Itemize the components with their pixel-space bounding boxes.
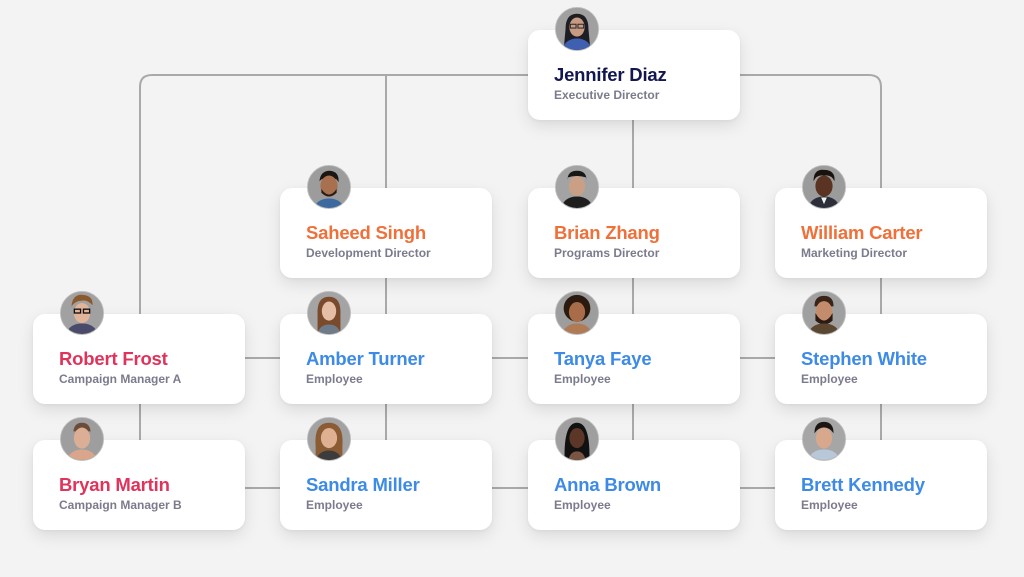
- card-jennifer-diaz[interactable]: Jennifer Diaz Executive Director: [528, 7, 740, 120]
- connector-top-bar: [139, 74, 882, 314]
- person-role: Campaign Manager B: [59, 498, 182, 512]
- avatar: [555, 417, 599, 461]
- person-name: Robert Frost: [59, 348, 168, 369]
- avatar: [802, 417, 846, 461]
- person-name: Bryan Martin: [59, 474, 170, 495]
- person-name: Sandra Miller: [306, 474, 420, 495]
- person-role: Programs Director: [554, 246, 660, 260]
- person-name: Stephen White: [801, 348, 927, 369]
- person-name: Tanya Faye: [554, 348, 652, 369]
- card-bryan-martin[interactable]: Bryan Martin Campaign Manager B: [33, 417, 245, 530]
- person-role: Employee: [801, 498, 858, 512]
- avatar: [555, 291, 599, 335]
- person-role: Employee: [306, 498, 363, 512]
- person-name: Saheed Singh: [306, 222, 426, 243]
- avatar: [307, 165, 351, 209]
- person-name: Brian Zhang: [554, 222, 660, 243]
- avatar: [802, 291, 846, 335]
- person-role: Employee: [554, 372, 611, 386]
- person-role: Employee: [801, 372, 858, 386]
- avatar: [60, 291, 104, 335]
- avatar: [555, 7, 599, 51]
- person-role: Campaign Manager A: [59, 372, 182, 386]
- person-name: Anna Brown: [554, 474, 661, 495]
- card-brett-kennedy[interactable]: Brett Kennedy Employee: [775, 417, 987, 530]
- card-robert-frost[interactable]: Robert Frost Campaign Manager A: [33, 291, 245, 404]
- person-name: Amber Turner: [306, 348, 425, 369]
- avatar: [307, 291, 351, 335]
- person-role: Employee: [554, 498, 611, 512]
- avatar: [307, 417, 351, 461]
- person-name: William Carter: [801, 222, 923, 243]
- card-sandra-miller[interactable]: Sandra Miller Employee: [280, 417, 492, 530]
- avatar: [802, 165, 846, 209]
- card-tanya-faye[interactable]: Tanya Faye Employee: [528, 291, 740, 404]
- card-amber-turner[interactable]: Amber Turner Employee: [280, 291, 492, 404]
- person-name: Brett Kennedy: [801, 474, 925, 495]
- card-brian-zhang[interactable]: Brian Zhang Programs Director: [528, 165, 740, 278]
- card-anna-brown[interactable]: Anna Brown Employee: [528, 417, 740, 530]
- avatar: [60, 417, 104, 461]
- person-name: Jennifer Diaz: [554, 64, 667, 85]
- person-role: Development Director: [306, 246, 431, 260]
- card-william-carter[interactable]: William Carter Marketing Director: [775, 165, 987, 278]
- avatar: [555, 165, 599, 209]
- card-stephen-white[interactable]: Stephen White Employee: [775, 291, 987, 404]
- person-role: Executive Director: [554, 88, 660, 102]
- card-saheed-singh[interactable]: Saheed Singh Development Director: [280, 165, 492, 278]
- person-role: Marketing Director: [801, 246, 908, 260]
- person-role: Employee: [306, 372, 363, 386]
